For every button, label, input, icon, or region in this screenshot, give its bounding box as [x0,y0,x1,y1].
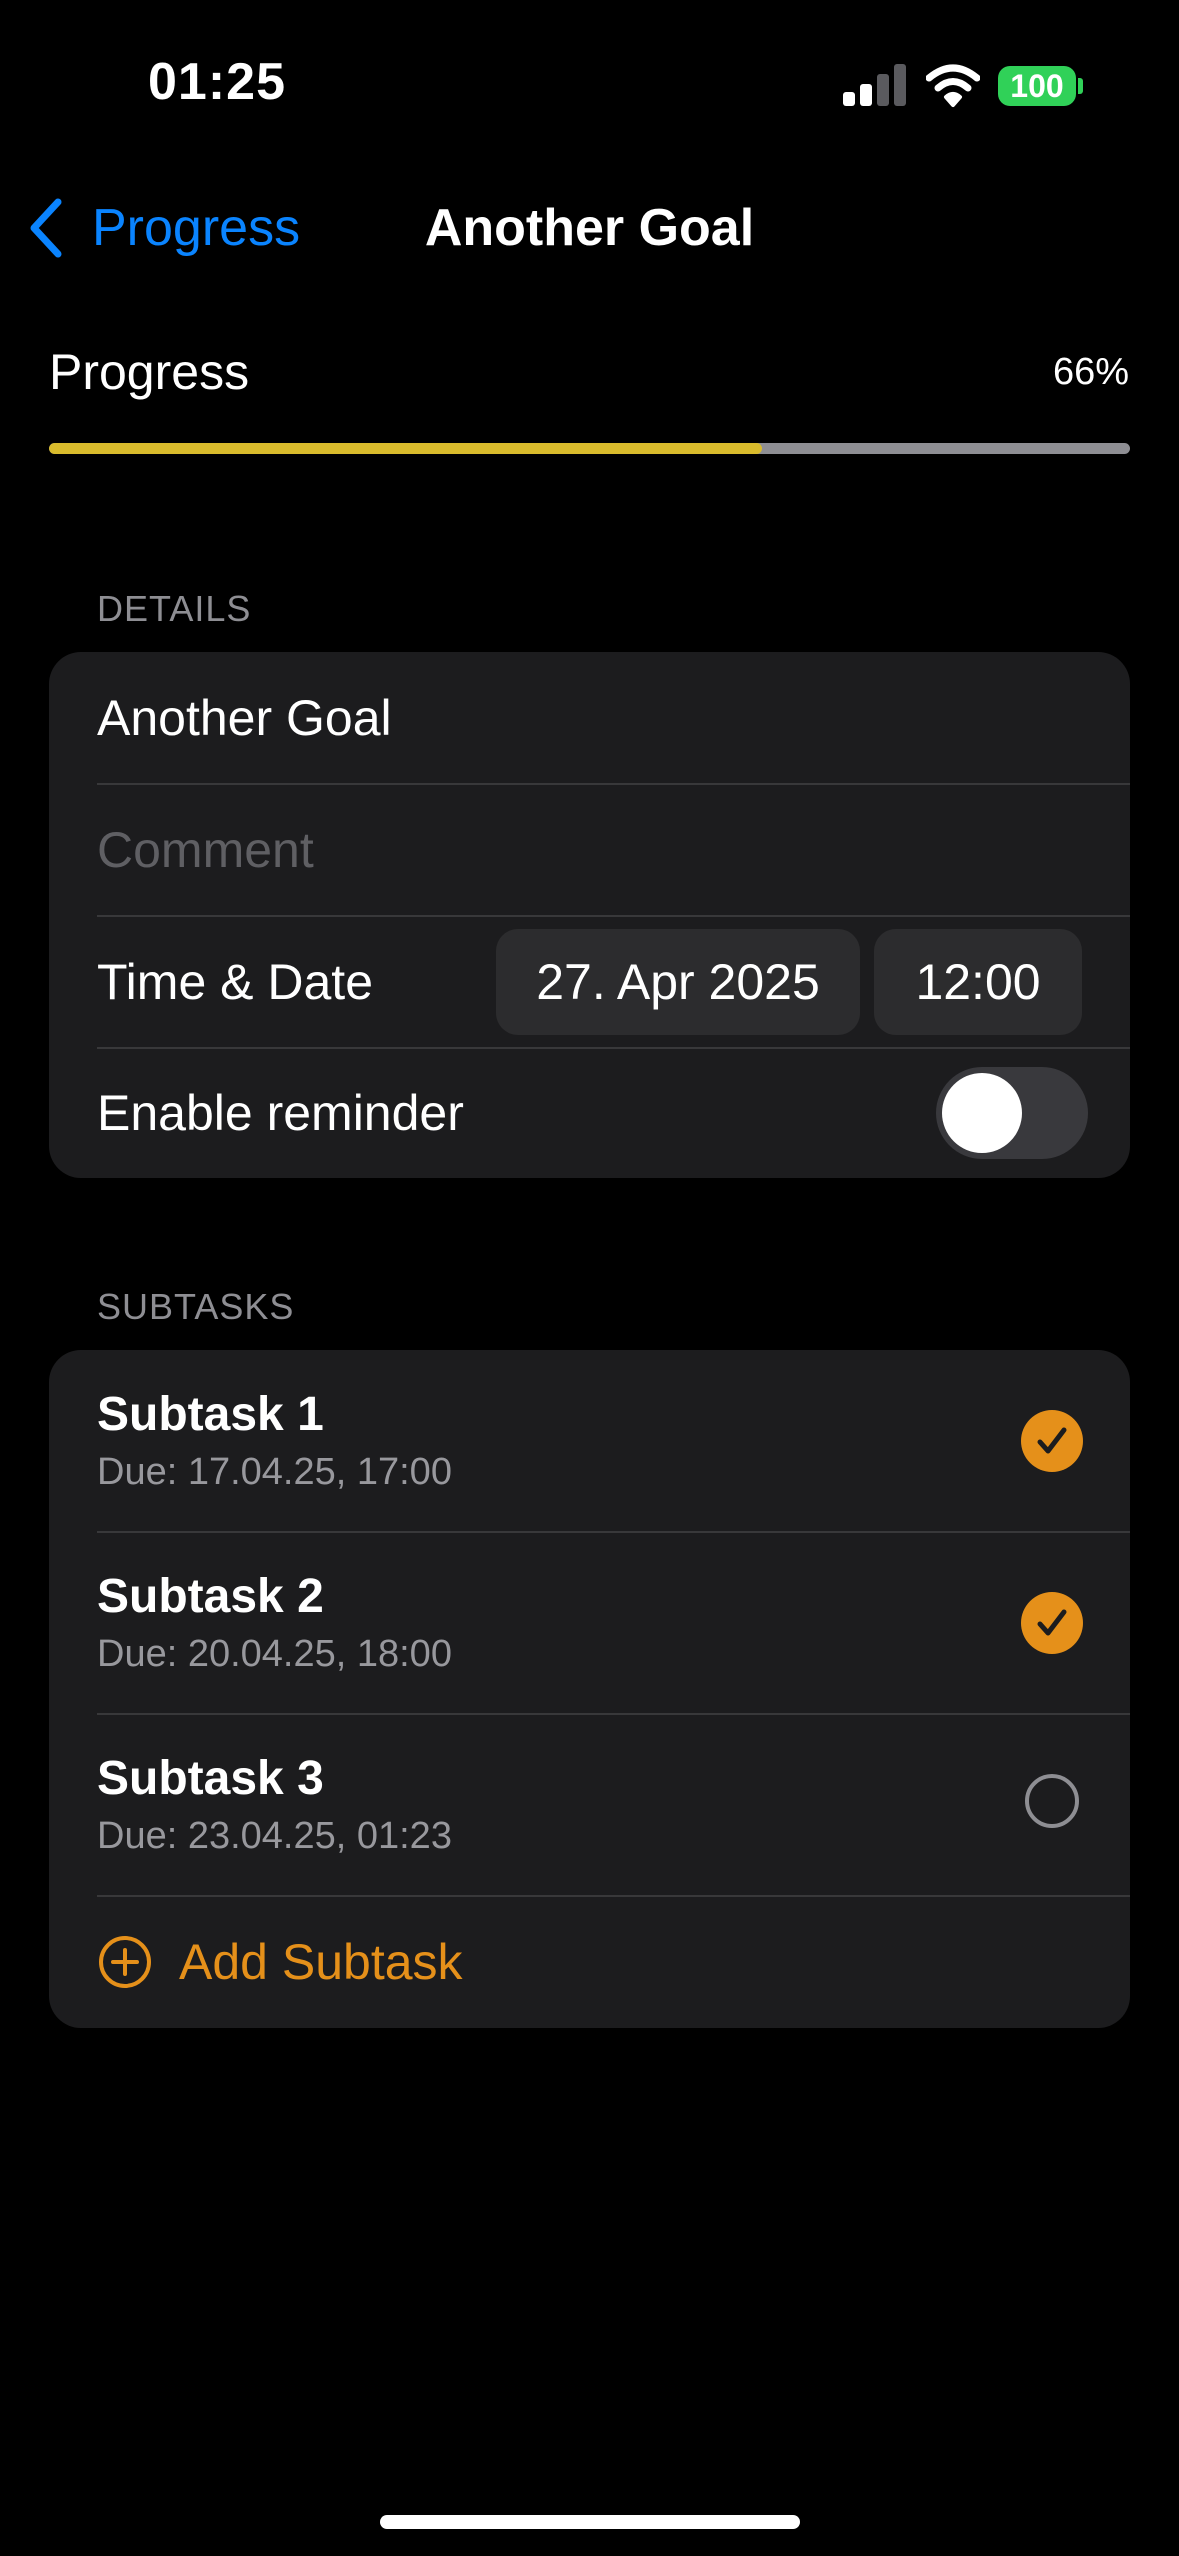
details-section-header: DETAILS [97,588,252,629]
subtask-title: Subtask 1 [97,1388,324,1441]
subtask-row[interactable]: Subtask 1 Due: 17.04.25, 17:00 [49,1350,1130,1532]
progress-bar [49,443,1130,454]
plus-circle-icon [99,1936,151,1988]
chevron-left-icon[interactable] [26,196,66,260]
subtasks-section-header: SUBTASKS [97,1286,295,1327]
date-picker-button[interactable]: 27. Apr 2025 [496,929,860,1035]
subtask-row[interactable]: Subtask 3 Due: 23.04.25, 01:23 [49,1714,1130,1896]
time-picker-button[interactable]: 12:00 [874,929,1082,1035]
home-indicator[interactable] [380,2515,800,2529]
battery-icon: 100 [998,66,1076,106]
checkmark-glyph [1037,1427,1067,1454]
reminder-row: Enable reminder [49,1048,1130,1178]
subtask-title: Subtask 3 [97,1752,324,1805]
status-time: 01:25 [148,53,286,111]
subtask-due: Due: 23.04.25, 01:23 [97,1815,452,1857]
time-date-row: Time & Date 27. Apr 2025 12:00 [49,916,1130,1048]
subtask-due: Due: 20.04.25, 18:00 [97,1633,452,1675]
back-button[interactable]: Progress [92,196,300,260]
details-card: Another Goal Comment Time & Date 27. Apr… [49,652,1130,1178]
reminder-toggle[interactable] [936,1067,1088,1159]
goal-name-field[interactable]: Another Goal [97,688,392,748]
add-subtask-label[interactable]: Add Subtask [179,1932,463,1992]
add-subtask-button[interactable]: Add Subtask [49,1896,1130,2028]
subtask-due: Due: 17.04.25, 17:00 [97,1451,452,1493]
toggle-knob [942,1073,1022,1153]
checkmark-icon[interactable] [1021,1592,1083,1654]
progress-label: Progress [49,344,250,400]
wifi-icon [926,64,980,107]
subtask-title: Subtask 2 [97,1570,324,1623]
progress-bar-fill [49,443,763,454]
goal-name-row[interactable]: Another Goal [49,652,1130,784]
comment-row[interactable]: Comment [49,784,1130,916]
reminder-label: Enable reminder [97,1085,464,1141]
cellular-signal-icon [843,64,907,106]
progress-percent: 66% [1052,351,1129,393]
empty-circle-icon[interactable] [1025,1774,1079,1828]
subtasks-card: Subtask 1 Due: 17.04.25, 17:00 Subtask 2… [49,1350,1130,2028]
checkmark-glyph [1037,1609,1067,1636]
checkmark-icon[interactable] [1021,1410,1083,1472]
subtask-row[interactable]: Subtask 2 Due: 20.04.25, 18:00 [49,1532,1130,1714]
battery-nub [1078,78,1083,94]
comment-field[interactable]: Comment [97,820,314,880]
time-date-label: Time & Date [97,954,374,1010]
